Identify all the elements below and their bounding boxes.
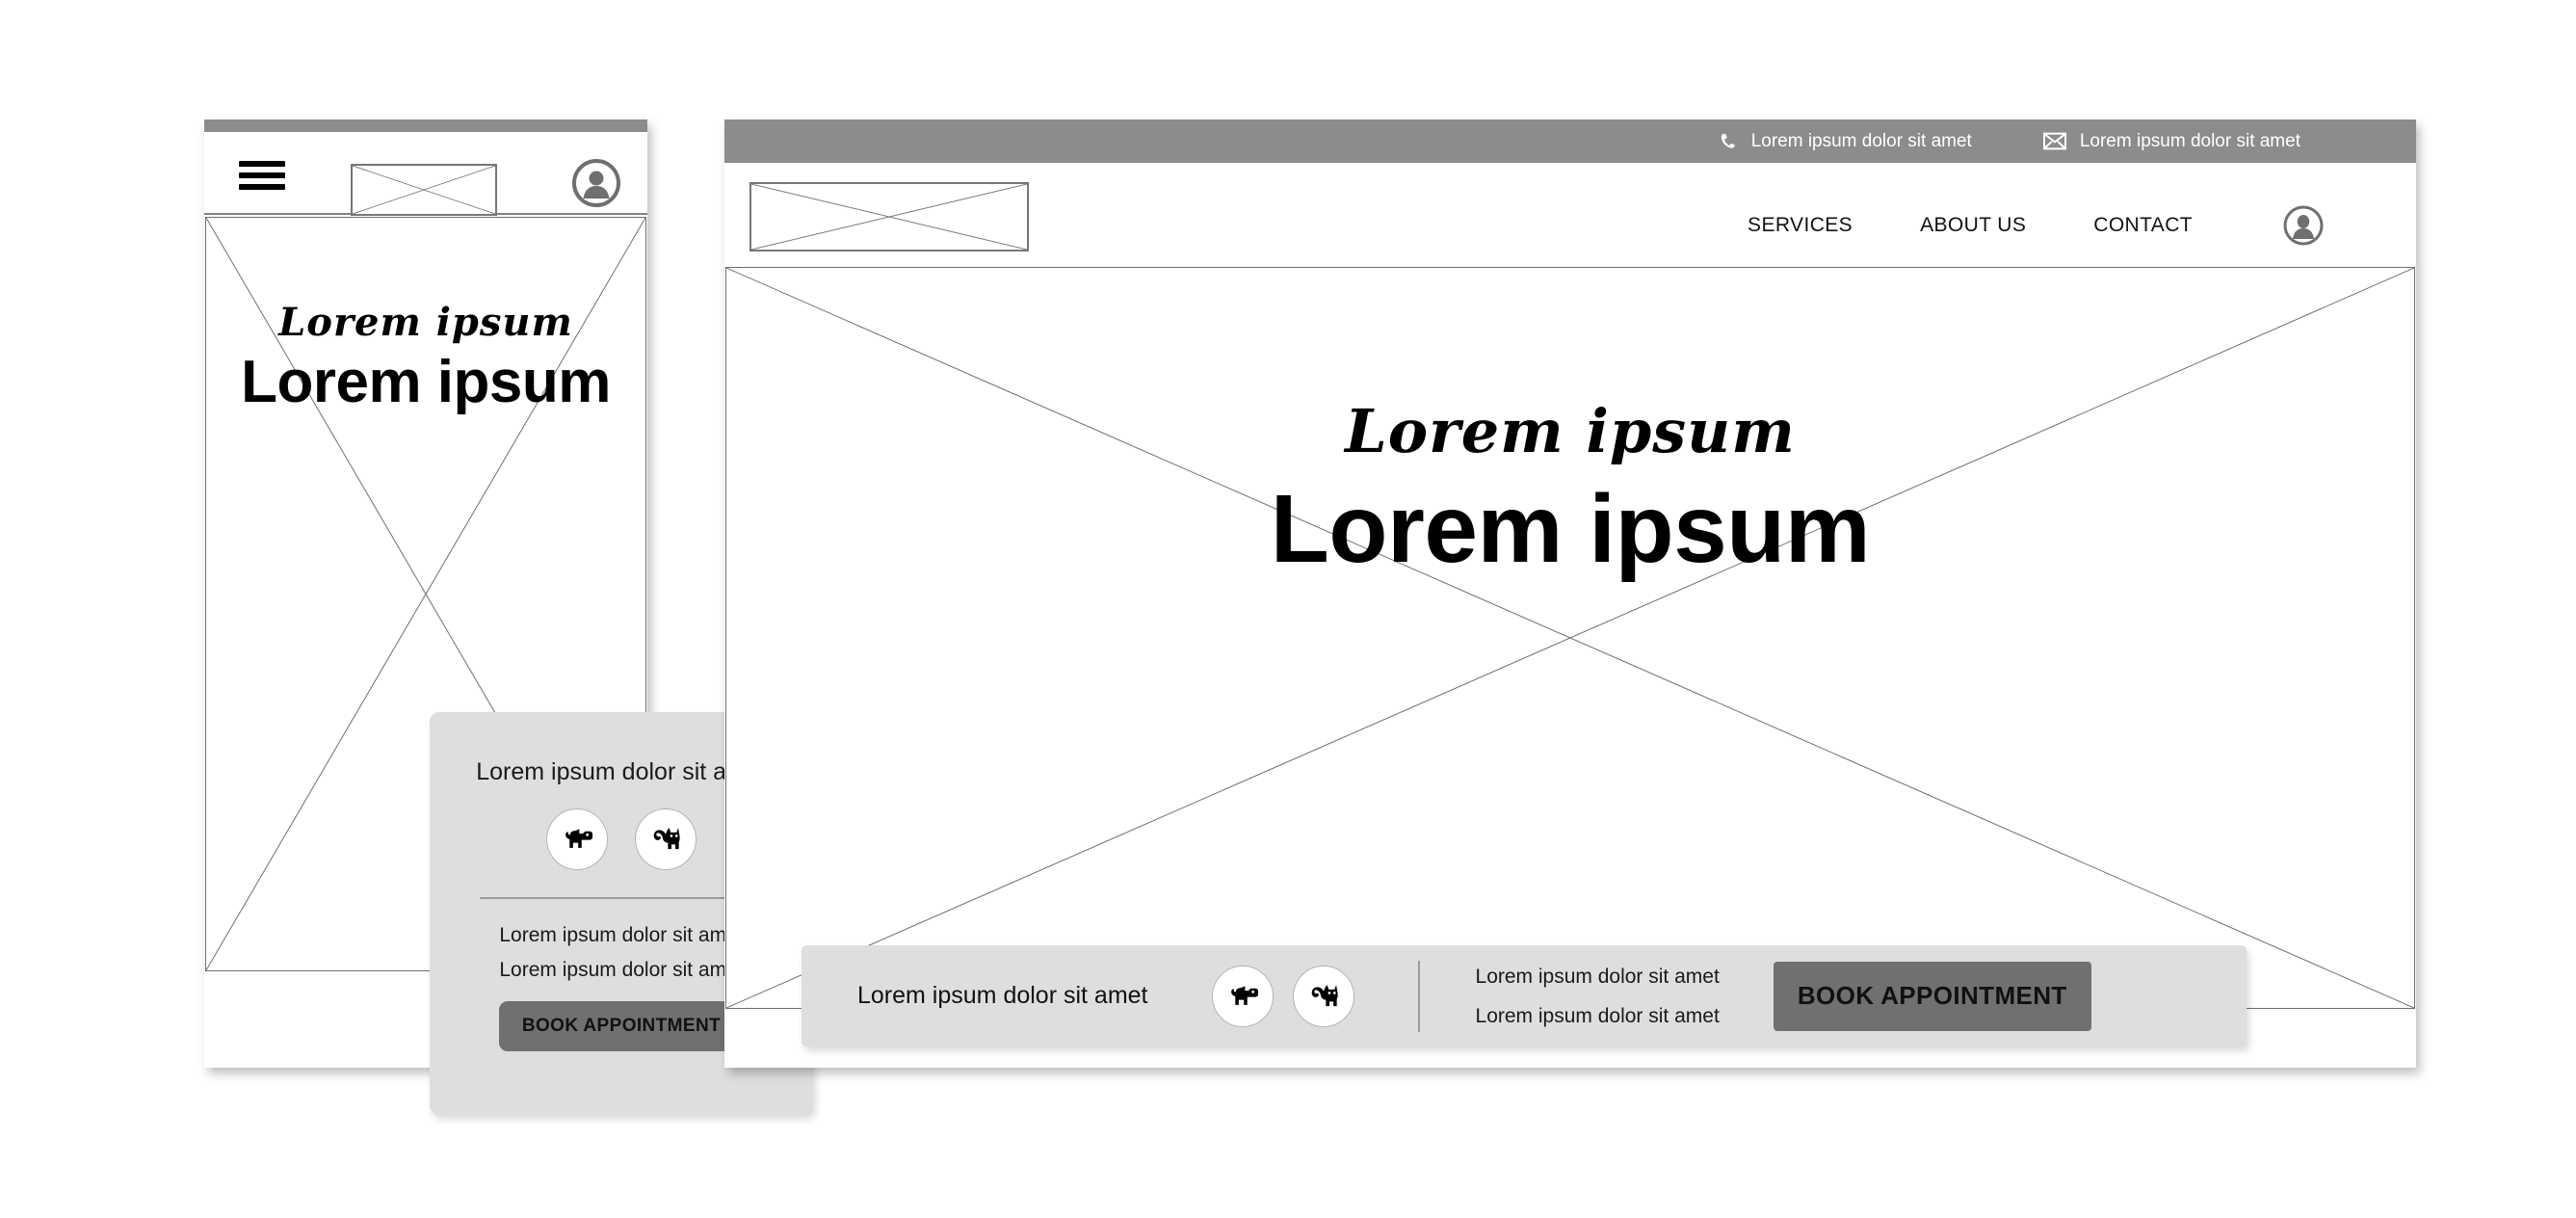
desktop-pet-option-dog[interactable] <box>1211 965 1274 1027</box>
dog-icon <box>559 821 595 858</box>
mobile-pet-option-cat[interactable] <box>635 808 697 870</box>
desktop-booking-bar-title: Lorem ipsum dolor sit amet <box>857 982 1148 1009</box>
mobile-user-avatar-icon[interactable] <box>572 159 620 207</box>
mobile-logo-image-placeholder <box>351 164 497 216</box>
nav-link-services[interactable]: SERVICES <box>1748 214 1853 237</box>
mobile-hero-text-block: Lorem ipsum Lorem ipsum <box>206 300 645 417</box>
desktop-pet-option-cat[interactable] <box>1292 965 1354 1027</box>
mobile-book-appointment-button[interactable]: BOOK APPOINTMENT <box>499 1001 744 1051</box>
desktop-logo-image-placeholder <box>749 182 1029 252</box>
desktop-topbar-mail-text: Lorem ipsum dolor sit amet <box>2079 130 2300 151</box>
desktop-booking-detail-line: Lorem ipsum dolor sit amet <box>1475 965 1720 988</box>
desktop-navigation-bar: SERVICES ABOUT US CONTACT <box>724 163 2416 267</box>
desktop-hero-script-heading: Lorem ipsum <box>1345 396 1796 466</box>
desktop-nav-links: SERVICES ABOUT US CONTACT <box>1748 205 2324 246</box>
mobile-hero-bold-heading: Lorem ipsum <box>241 349 611 415</box>
mobile-pet-option-dog[interactable] <box>546 808 608 870</box>
dog-icon <box>1224 978 1261 1015</box>
desktop-top-contact-bar: Lorem ipsum dolor sit amet Lorem ipsum d… <box>724 119 2416 163</box>
desktop-booking-detail-lines: Lorem ipsum dolor sit amet Lorem ipsum d… <box>1476 966 1720 1027</box>
mobile-hero-script-heading: Lorem ipsum <box>278 300 573 345</box>
desktop-topbar-mail-item[interactable]: Lorem ipsum dolor sit amet <box>2042 130 2300 152</box>
mobile-header <box>204 132 647 216</box>
hamburger-bar <box>239 161 285 167</box>
hamburger-bar <box>239 172 285 178</box>
desktop-user-avatar-icon[interactable] <box>2283 205 2324 246</box>
mobile-status-bar <box>204 119 647 132</box>
mobile-wireframe-frame: Lorem ipsum Lorem ipsum Lorem ipsum dolo… <box>204 119 813 1115</box>
desktop-wireframe-frame: Lorem ipsum dolor sit amet Lorem ipsum d… <box>724 119 2416 1068</box>
desktop-hero-text-block: Lorem ipsum Lorem ipsum <box>726 395 2414 586</box>
desktop-booking-bar-divider <box>1417 960 1420 1032</box>
desktop-book-appointment-button[interactable]: BOOK APPOINTMENT <box>1773 961 2091 1031</box>
nav-link-about-us[interactable]: ABOUT US <box>1920 214 2026 237</box>
cat-icon <box>1305 978 1342 1015</box>
mail-icon <box>2042 132 2066 150</box>
hamburger-bar <box>239 184 285 190</box>
phone-icon <box>1719 132 1738 151</box>
desktop-booking-detail-line: Lorem ipsum dolor sit amet <box>1475 1004 1720 1027</box>
nav-link-contact[interactable]: CONTACT <box>2093 214 2193 237</box>
desktop-pet-selector <box>1211 965 1354 1027</box>
desktop-topbar-phone-text: Lorem ipsum dolor sit amet <box>1750 130 1972 151</box>
desktop-topbar-phone-item[interactable]: Lorem ipsum dolor sit amet <box>1719 131 1972 152</box>
hamburger-menu-icon[interactable] <box>239 161 285 190</box>
mobile-card-divider <box>480 897 763 899</box>
desktop-hero-bold-heading: Lorem ipsum <box>1270 475 1871 583</box>
cat-icon <box>647 821 684 858</box>
desktop-booking-bar: Lorem ipsum dolor sit amet Lorem ipsum d… <box>802 945 2247 1046</box>
desktop-hero-image-placeholder: Lorem ipsum Lorem ipsum <box>725 267 2415 1009</box>
